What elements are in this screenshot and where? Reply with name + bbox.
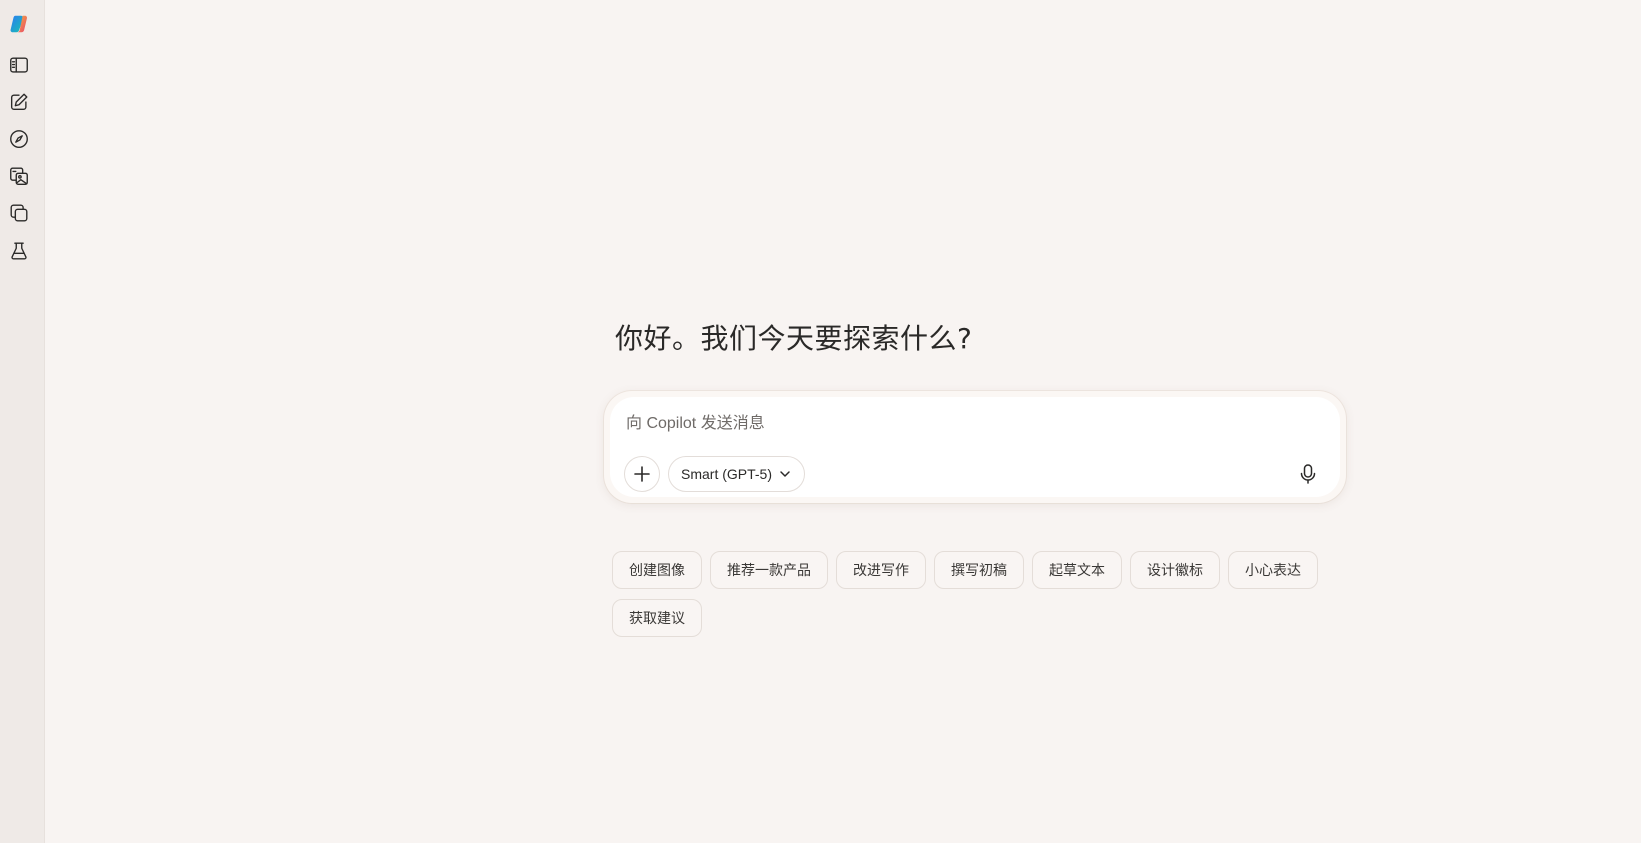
composer-box: Smart (GPT-5) (610, 397, 1340, 497)
pages-copy-icon[interactable] (4, 198, 34, 228)
sidebar (0, 0, 45, 843)
model-selector-label: Smart (GPT-5) (681, 466, 773, 482)
voice-input-button[interactable] (1290, 456, 1326, 492)
suggestion-chip-draft-text[interactable]: 起草文本 (1032, 551, 1122, 589)
suggestion-chips: 创建图像 推荐一款产品 改进写作 撰写初稿 起草文本 设计徽标 小心表达 获取建… (612, 551, 1332, 637)
microphone-icon (1300, 464, 1316, 484)
app-root: 你好。我们今天要探索什么? Smart (GPT-5) (0, 0, 1641, 843)
new-chat-icon[interactable] (4, 87, 34, 117)
suggestion-chip-get-advice[interactable]: 获取建议 (612, 599, 702, 637)
suggestion-chip-design-logo[interactable]: 设计徽标 (1130, 551, 1220, 589)
message-input[interactable] (626, 411, 1226, 437)
sidebar-toggle-icon[interactable] (4, 50, 34, 80)
model-selector-button[interactable]: Smart (GPT-5) (668, 456, 806, 492)
suggestion-chip-careful-wording[interactable]: 小心表达 (1228, 551, 1318, 589)
suggestion-chip-create-image[interactable]: 创建图像 (612, 551, 702, 589)
composer-container: Smart (GPT-5) (604, 391, 1346, 503)
suggestion-chip-write-draft[interactable]: 撰写初稿 (934, 551, 1024, 589)
add-attachment-button[interactable] (624, 456, 660, 492)
chevron-down-icon (780, 471, 790, 477)
labs-flask-icon[interactable] (4, 236, 34, 266)
suggestion-chip-improve-writing[interactable]: 改进写作 (836, 551, 926, 589)
images-library-icon[interactable] (4, 161, 34, 191)
copilot-logo-icon[interactable] (4, 9, 34, 39)
discover-compass-icon[interactable] (4, 124, 34, 154)
suggestion-chip-recommend-product[interactable]: 推荐一款产品 (710, 551, 828, 589)
plus-icon (634, 466, 650, 482)
greeting-title: 你好。我们今天要探索什么? (615, 322, 973, 355)
